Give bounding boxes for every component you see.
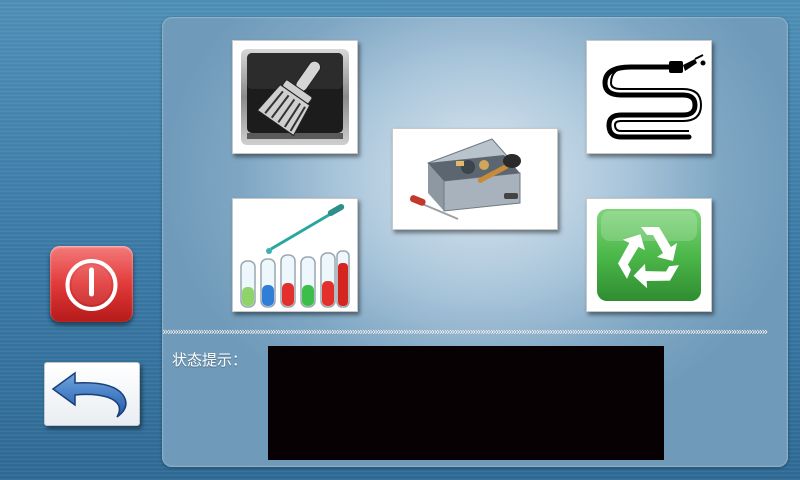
tubing-button[interactable] (586, 40, 712, 154)
back-button[interactable] (44, 362, 140, 426)
test-tubes-icon (240, 204, 350, 308)
back-arrow-icon (51, 371, 127, 418)
recycle-icon (597, 209, 701, 301)
section-divider: »»»»»»»»»»»»»»»»»»»»»»»»»»»»»»»»»»»»»»»»… (162, 325, 768, 338)
tubing-dropper-icon (602, 54, 706, 140)
status-message (268, 346, 664, 358)
status-display (268, 346, 664, 460)
status-label: 状态提示： (172, 351, 248, 369)
tools-button[interactable] (392, 128, 558, 230)
power-icon (65, 259, 118, 311)
power-button[interactable] (50, 246, 133, 322)
clean-button[interactable] (232, 40, 358, 154)
brush-icon (241, 49, 349, 145)
recycle-button[interactable] (586, 198, 712, 312)
reagents-button[interactable] (232, 198, 358, 312)
toolbox-icon (409, 138, 521, 220)
